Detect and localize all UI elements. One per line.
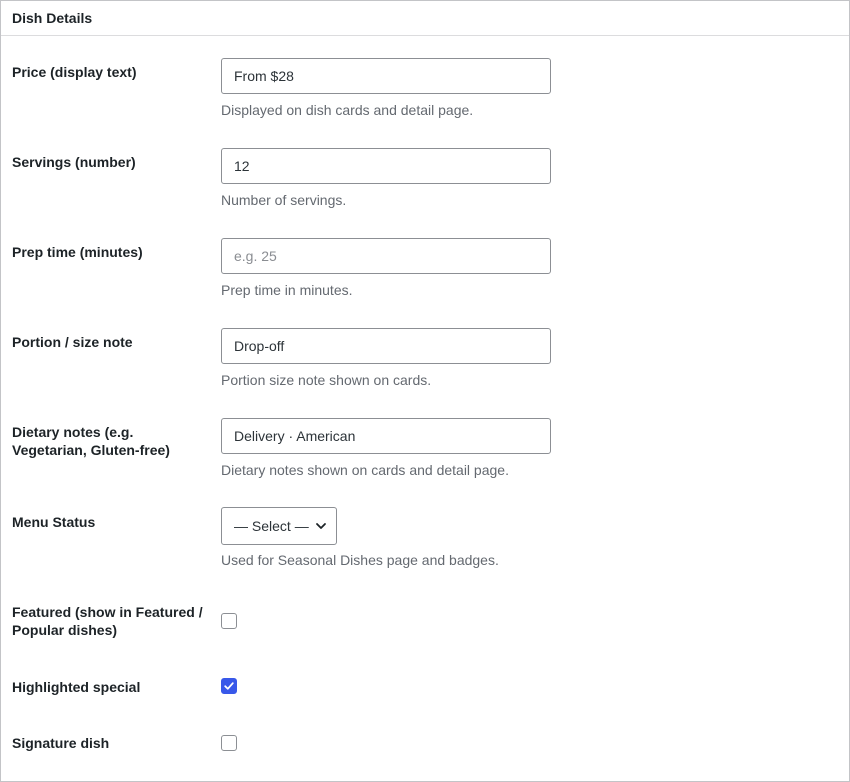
highlighted-label: Highlighted special: [12, 679, 141, 695]
menu-status-select[interactable]: — Select —: [221, 507, 337, 545]
signature-checkbox[interactable]: [221, 735, 237, 751]
featured-label-line2: Popular dishes): [12, 622, 118, 638]
dish-details-panel: Dish Details Price (display text) Displa…: [0, 0, 850, 782]
highlighted-checkbox[interactable]: [221, 678, 237, 694]
price-input[interactable]: [221, 58, 551, 94]
signature-label: Signature dish: [12, 735, 110, 751]
portion-label: Portion / size note: [12, 334, 133, 350]
price-description: Displayed on dish cards and detail page.: [221, 102, 474, 118]
chevron-down-icon: [314, 519, 328, 533]
menu-status-description: Used for Seasonal Dishes page and badges…: [221, 552, 499, 568]
featured-checkbox[interactable]: [221, 613, 237, 629]
portion-input[interactable]: [221, 328, 551, 364]
portion-description: Portion size note shown on cards.: [221, 372, 432, 388]
servings-input[interactable]: [221, 148, 551, 184]
prep-time-description: Prep time in minutes.: [221, 282, 353, 298]
prep-time-input[interactable]: [221, 238, 551, 274]
checkmark-icon: [224, 682, 234, 690]
price-label: Price (display text): [12, 64, 137, 80]
servings-description: Number of servings.: [221, 192, 347, 208]
featured-label-line1: Featured (show in Featured /: [12, 604, 203, 620]
menu-status-selected-value: — Select —: [234, 518, 309, 534]
prep-time-label: Prep time (minutes): [12, 244, 143, 260]
menu-status-label: Menu Status: [12, 514, 96, 530]
dietary-input[interactable]: [221, 418, 551, 454]
dietary-label-line2: Vegetarian, Gluten-free): [12, 442, 170, 458]
servings-label: Servings (number): [12, 154, 136, 170]
featured-label: Featured (show in Featured / Popular dis…: [12, 603, 207, 639]
dietary-description: Dietary notes shown on cards and detail …: [221, 462, 509, 478]
dietary-label-line1: Dietary notes (e.g.: [12, 424, 134, 440]
panel-title: Dish Details: [1, 1, 849, 36]
dietary-label: Dietary notes (e.g. Vegetarian, Gluten-f…: [12, 423, 207, 459]
